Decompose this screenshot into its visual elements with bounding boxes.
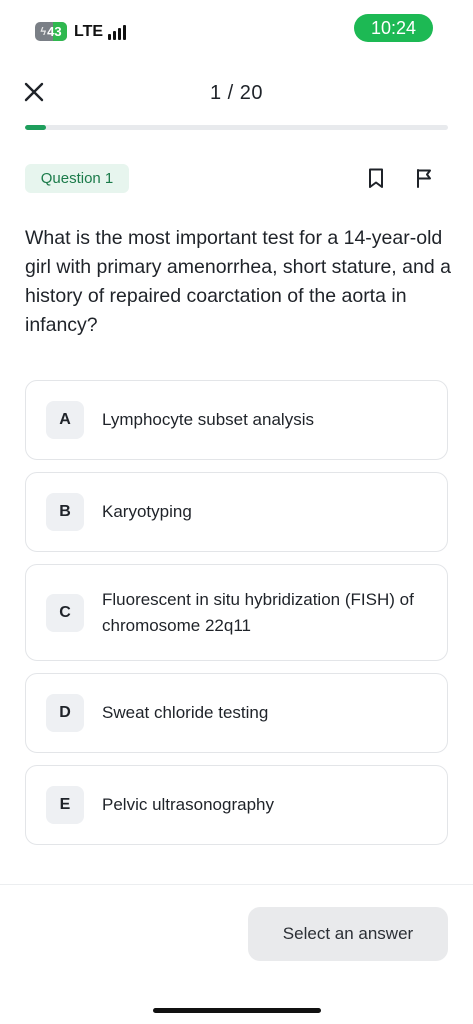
flag-button[interactable] (413, 166, 437, 190)
signal-icon (108, 24, 127, 40)
battery-network-group: ϟ 43 LTE (35, 22, 127, 41)
option-letter: B (46, 493, 84, 531)
status-time: 10:24 (354, 14, 433, 42)
option-letter: A (46, 401, 84, 439)
option-letter: E (46, 786, 84, 824)
progress-bar (25, 125, 448, 130)
option-e[interactable]: E Pelvic ultrasonography (25, 765, 448, 845)
option-text: Karyotyping (102, 502, 192, 521)
home-indicator (153, 1008, 321, 1013)
option-text: Sweat chloride testing (102, 703, 269, 722)
submit-answer-button[interactable]: Select an answer (248, 907, 448, 961)
option-a[interactable]: A Lymphocyte subset analysis (25, 380, 448, 460)
option-text: Pelvic ultrasonography (102, 795, 274, 814)
option-text: Lymphocyte subset analysis (102, 410, 314, 429)
footer-divider (0, 884, 473, 885)
option-d[interactable]: D Sweat chloride testing (25, 673, 448, 753)
battery-level: 43 (47, 24, 62, 39)
quiz-screen: ϟ 43 LTE 10:24 1 / 20 Question 1 What is … (0, 0, 473, 1024)
question-text: What is the most important test for a 14… (25, 227, 451, 336)
option-b[interactable]: B Karyotyping (25, 472, 448, 552)
flag-icon (417, 169, 431, 188)
network-type: LTE (74, 22, 104, 40)
status-bar: ϟ 43 LTE 10:24 (0, 0, 473, 56)
bookmark-button[interactable] (364, 166, 388, 190)
progress-bar-fill (25, 125, 47, 130)
option-letter: D (46, 694, 84, 732)
question-counter: 1 / 20 (209, 82, 264, 104)
bookmark-icon (369, 168, 383, 188)
question-badge: Question 1 (25, 164, 129, 193)
battery-icon: ϟ 43 (35, 22, 67, 41)
option-c[interactable]: C Fluorescent in situ hybridization (FIS… (25, 564, 448, 661)
option-letter: C (46, 593, 84, 632)
option-text: Fluorescent in situ hybridization (FISH)… (102, 589, 414, 635)
